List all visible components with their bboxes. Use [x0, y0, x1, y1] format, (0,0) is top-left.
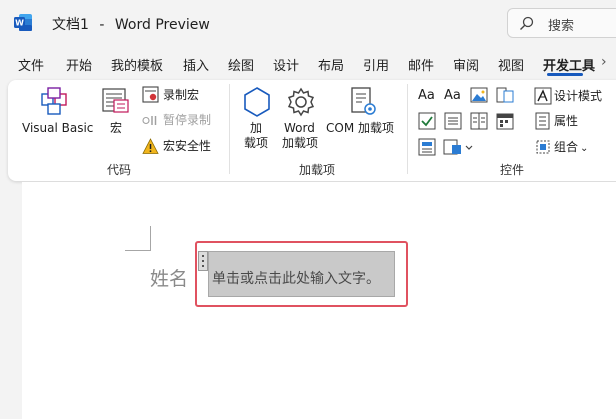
design-mode-button[interactable]: 设计模式	[554, 89, 602, 104]
checkbox-control-icon[interactable]	[418, 112, 436, 130]
group-button-label: 组合	[554, 140, 579, 154]
pause-recording-button[interactable]: 暂停录制	[163, 113, 211, 128]
date-picker-control-icon[interactable]	[496, 112, 514, 130]
group-label-controls: 控件	[500, 163, 525, 177]
svg-text:W: W	[15, 19, 24, 28]
design-mode-icon	[534, 87, 552, 105]
tab-review[interactable]: 审阅	[453, 55, 479, 74]
tab-insert[interactable]: 插入	[183, 55, 209, 74]
pause-icon	[142, 116, 157, 125]
com-addins-button[interactable]: COM 加载项	[326, 121, 394, 136]
group-button[interactable]: 组合 ⌄	[554, 140, 588, 156]
tab-draw[interactable]: 绘图	[228, 55, 254, 74]
addins-button-line1[interactable]: 加	[250, 121, 262, 136]
repeating-section-control-icon[interactable]	[418, 138, 436, 156]
active-tab-indicator	[547, 73, 583, 76]
margin-corner-mark	[125, 250, 151, 251]
plain-text-control-icon[interactable]: Aa	[444, 88, 461, 103]
tab-design[interactable]: 设计	[273, 55, 299, 74]
margin-corner-mark	[150, 226, 151, 251]
group-label-addins: 加载项	[299, 163, 336, 177]
ribbon-tabs: 文件 开始 我的模板 插入 绘图 设计 布局 引用 邮件 审阅 视图 开发工具	[0, 46, 616, 78]
app-name: Word Preview	[114, 17, 210, 33]
word-addins-button-line2[interactable]: 加载项	[282, 136, 318, 151]
search-label: 搜索	[548, 19, 575, 34]
content-control-placeholder[interactable]: 单击或点击此处输入文字。	[212, 268, 380, 288]
search-icon	[520, 16, 534, 30]
tab-file[interactable]: 文件	[18, 55, 44, 74]
group-icon	[536, 140, 550, 154]
tab-home[interactable]: 开始	[66, 55, 92, 74]
macros-button[interactable]: 宏	[110, 121, 122, 136]
tab-view[interactable]: 视图	[498, 55, 524, 74]
combo-box-control-icon[interactable]	[444, 112, 462, 130]
tab-references[interactable]: 引用	[363, 55, 389, 74]
drop-down-list-control-icon[interactable]	[470, 112, 488, 130]
group-separator	[229, 84, 230, 174]
picture-control-icon[interactable]	[470, 87, 488, 103]
macro-security-button[interactable]: 宏安全性	[163, 139, 211, 154]
tab-mailings[interactable]: 邮件	[408, 55, 434, 74]
addins-icon	[244, 87, 270, 117]
content-control-handle[interactable]	[198, 251, 208, 271]
search-box[interactable]: 搜索	[507, 8, 616, 38]
warning-icon	[142, 138, 159, 154]
legacy-tools-icon[interactable]	[443, 138, 473, 156]
record-macro-button[interactable]: 录制宏	[163, 88, 199, 103]
com-addins-icon	[351, 87, 376, 115]
visual-basic-icon	[41, 87, 67, 115]
more-tabs-icon[interactable]: ›	[601, 54, 607, 70]
document-name: 文档1	[52, 17, 89, 33]
title-separator: -	[99, 17, 105, 33]
record-macro-icon	[142, 86, 159, 103]
visual-basic-button[interactable]: Visual Basic	[22, 121, 93, 136]
tab-my-templates[interactable]: 我的模板	[111, 55, 163, 74]
chevron-down-icon: ⌄	[580, 143, 589, 154]
title-bar: W 文档1 - Word Preview 搜索	[0, 0, 616, 46]
tab-layout[interactable]: 布局	[318, 55, 344, 74]
properties-icon	[535, 112, 550, 130]
window-title: 文档1 - Word Preview	[52, 14, 210, 34]
field-label: 姓名	[150, 268, 189, 290]
building-block-control-icon[interactable]	[496, 87, 514, 103]
group-label-code: 代码	[107, 163, 132, 177]
word-addins-button-line1[interactable]: Word	[284, 121, 315, 136]
gear-icon	[287, 87, 315, 117]
properties-button[interactable]: 属性	[554, 114, 578, 129]
tab-developer[interactable]: 开发工具	[543, 55, 595, 74]
rich-text-control-icon[interactable]: Aa	[418, 88, 435, 103]
macros-icon	[102, 88, 129, 113]
addins-button-line2[interactable]: 载项	[244, 136, 268, 151]
group-separator	[407, 84, 408, 174]
word-logo-icon: W	[14, 14, 32, 31]
